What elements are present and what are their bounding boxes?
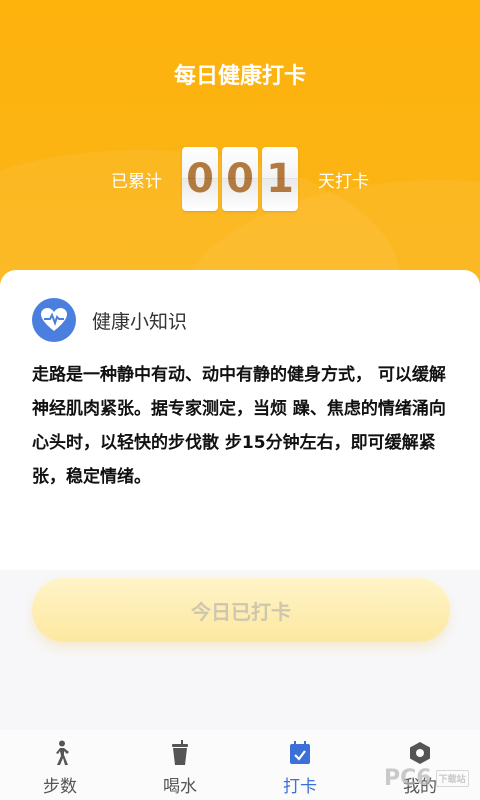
health-tip-card: 健康小知识 走路是一种静中有动、动中有静的健身方式， 可以缓解神经肌肉紧张。据专… <box>0 270 480 570</box>
calendar-check-icon <box>287 740 313 766</box>
heart-pulse-icon <box>32 298 76 342</box>
digit-flipper: 0 0 1 <box>180 147 300 211</box>
digit-card: 1 <box>262 147 298 211</box>
header-banner: 每日健康打卡 已累计 0 0 1 天打卡 <box>0 0 480 300</box>
watermark-caption: 下载站 <box>435 769 469 787</box>
site-watermark: PC6 下载站 <box>384 760 474 796</box>
tab-label: 步数 <box>43 777 77 797</box>
watermark-logo: PC6 <box>384 765 432 791</box>
streak-suffix: 天打卡 <box>318 171 369 192</box>
card-header: 健康小知识 <box>32 298 187 342</box>
checkin-button[interactable]: 今日已打卡 <box>32 578 450 642</box>
streak-counter: 已累计 0 0 1 天打卡 <box>0 146 480 212</box>
tip-text: 走路是一种静中有动、动中有静的健身方式， 可以缓解神经肌肉紧张。据专家测定，当烦… <box>32 365 446 487</box>
digit-card: 0 <box>222 147 258 211</box>
tab-label: 喝水 <box>163 777 197 797</box>
tab-checkin[interactable]: 打卡 <box>240 730 360 800</box>
digit-card: 0 <box>182 147 218 211</box>
cup-icon <box>167 740 193 766</box>
card-title: 健康小知识 <box>92 310 188 333</box>
tab-steps[interactable]: 步数 <box>0 730 120 800</box>
streak-prefix: 已累计 <box>111 171 162 192</box>
tab-label: 打卡 <box>283 777 317 797</box>
walking-icon <box>47 740 73 766</box>
tab-water[interactable]: 喝水 <box>120 730 240 800</box>
page-title: 每日健康打卡 <box>173 64 306 89</box>
